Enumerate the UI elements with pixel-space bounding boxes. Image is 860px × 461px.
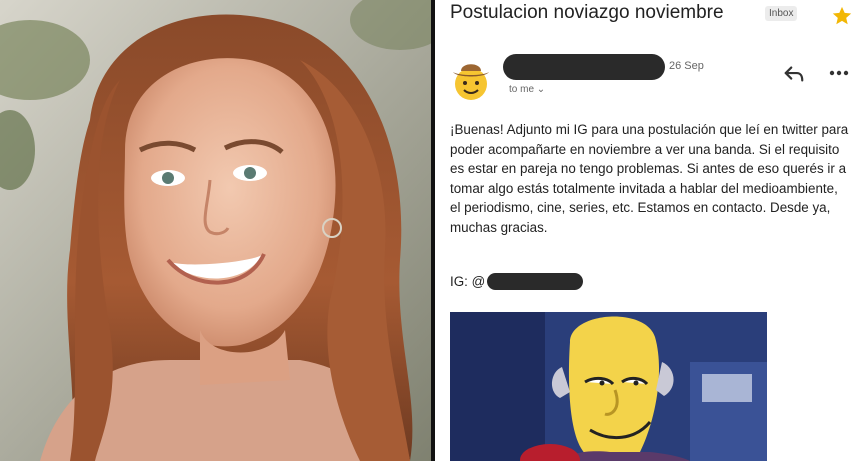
email-date: 26 Sep [669,60,704,72]
portrait-photo [0,0,431,461]
portrait-illustration [0,0,431,461]
inbox-label-badge[interactable]: Inbox [765,6,798,21]
attached-cartoon-image[interactable] [450,312,767,461]
instagram-handle-redacted [487,273,583,290]
instagram-handle-label: IG: @ [450,274,486,289]
sender-name-redacted [503,54,665,80]
more-options-icon[interactable] [829,70,849,76]
email-view: Postulacion noviazgo noviembre Inbox 26 … [435,0,860,461]
reply-icon[interactable] [783,64,805,84]
cartoon-illustration [450,312,767,461]
recipient-details-toggle[interactable]: to me ⌄ [509,84,545,95]
cowboy-emoji-avatar [453,64,489,100]
email-subject: Postulacion noviazgo noviembre [450,2,724,23]
star-icon[interactable] [831,5,853,27]
email-body: ¡Buenas! Adjunto mi IG para una postulac… [450,122,849,235]
